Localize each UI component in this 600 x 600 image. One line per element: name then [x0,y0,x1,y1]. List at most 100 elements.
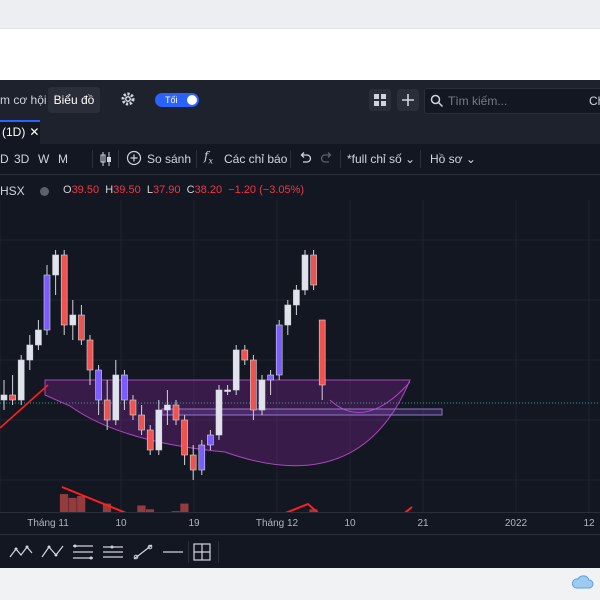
interval-d[interactable]: D [0,152,9,166]
plus-icon [402,94,414,106]
toolbar-clipped-label: Ch [589,94,600,108]
redo-button[interactable] [320,151,334,168]
undo-button[interactable] [298,151,312,168]
grid-icon [374,94,386,106]
horizontal-line-tool-icon[interactable] [160,541,186,563]
high-value: 39.50 [113,184,141,196]
chart-tab-label: (1D) [2,125,26,139]
layout-grid-button[interactable] [369,89,391,111]
candle-body [310,254,317,286]
profile-label: Hồ sơ [430,152,463,166]
volume-bar [59,494,69,512]
candle-body [284,304,292,326]
candle-body [86,339,94,371]
candle-body [301,254,309,291]
chart-toolbar: D 3D W M So sánh fx Các chỉ báo *full ch… [0,144,600,175]
time-axis-label: 19 [188,518,200,529]
chart-button[interactable]: Biểu đồ [48,87,100,113]
candle-body [275,324,283,376]
candle-body [129,399,137,416]
candle-body [95,369,102,401]
main-toolbar: m cơ hội Biểu đồ Tối Tìm kiếm... Ch [0,80,600,120]
template-dropdown[interactable]: *full chỉ số ⌄ [347,152,415,166]
market-status-icon [40,187,49,196]
time-axis-label: 21 [417,518,429,529]
divider [196,150,197,168]
divider [290,150,291,168]
volume-trendline-drawing [61,486,413,512]
dark-theme-toggle[interactable]: Tối [155,93,199,107]
abcd-pattern-tool-icon[interactable] [40,541,66,563]
fib-channel-tool-icon[interactable] [100,541,126,563]
tab-bar: (1D) ✕ [0,120,600,144]
search-input[interactable]: Tìm kiếm... Ch [424,88,600,114]
toggle-knob [187,95,197,105]
search-placeholder: Tìm kiếm... [448,94,508,108]
candle-body [181,419,188,456]
cloud-icon[interactable] [570,574,594,590]
candle-body [293,289,300,306]
chart-style-button[interactable] [100,151,112,170]
close-icon[interactable]: ✕ [29,125,39,139]
range-3d[interactable]: 3D [14,152,29,166]
volume-bar [180,503,189,512]
compare-button[interactable]: So sánh [147,152,191,166]
time-axis[interactable]: Tháng 11 10 19 Tháng 12 10 21 2022 12 [0,512,600,535]
time-axis-label: 10 [115,518,127,529]
opportunities-menu[interactable]: m cơ hội [0,93,47,107]
chart-tab[interactable]: (1D) ✕ [0,120,40,144]
interval-w[interactable]: W [38,152,49,166]
time-axis-label: 2022 [504,518,528,529]
browser-top-strip [0,0,600,28]
close-key: C [186,184,195,196]
candle-body [43,274,51,331]
chevron-down-icon: ⌄ [405,152,416,166]
candle-body [232,349,240,391]
add-button[interactable] [397,89,419,111]
chevron-down-icon: ⌄ [465,152,476,166]
divider [420,150,421,168]
browser-content-bar [0,28,600,81]
compare-icon[interactable] [126,150,142,169]
change-value: −1.20 (−3.05%) [228,184,305,196]
divider [92,150,93,168]
elliott-wave-tool-icon[interactable] [8,541,34,563]
candle-body [26,344,34,361]
candle-body [250,359,257,411]
time-axis-label: 12 [583,518,595,529]
crosshair-tool-icon[interactable] [190,541,216,563]
trading-app: m cơ hội Biểu đồ Tối Tìm kiếm... Ch (1D)… [0,80,600,568]
indicators-icon[interactable]: fx [204,149,213,165]
time-axis-label: 10 [344,518,356,529]
resistance-zone-drawing [161,408,443,416]
volume-bar [68,497,77,512]
candle-body [155,409,163,451]
time-axis-label: Tháng 11 [27,518,69,529]
candle-body [52,254,59,276]
candle-body [207,434,214,446]
price-chart[interactable]: E S [0,200,600,512]
open-value: 39.50 [71,184,100,196]
interval-m[interactable]: M [58,152,68,166]
candle-body [35,329,42,346]
candlestick-icon [100,152,111,166]
divider [340,150,341,168]
candle-body [215,389,223,436]
settings-button[interactable] [120,91,136,110]
legend-symbol[interactable]: HSX [0,184,25,198]
fib-retracement-tool-icon[interactable] [70,541,96,563]
indicators-button[interactable]: Các chỉ báo [224,152,287,166]
candle-body [103,399,111,421]
candle-body [172,404,180,421]
time-axis-label: Tháng 12 [255,518,299,529]
redo-icon [320,152,332,163]
candle-body [60,254,68,326]
candle-body [198,444,206,471]
close-value: 38.20 [194,184,223,196]
profile-dropdown[interactable]: Hồ sơ ⌄ [430,152,476,166]
gear-icon [121,92,135,106]
candle-body [138,414,145,431]
high-key: H [105,184,114,196]
trend-line-tool-icon[interactable] [130,541,156,563]
search-icon [430,94,444,108]
